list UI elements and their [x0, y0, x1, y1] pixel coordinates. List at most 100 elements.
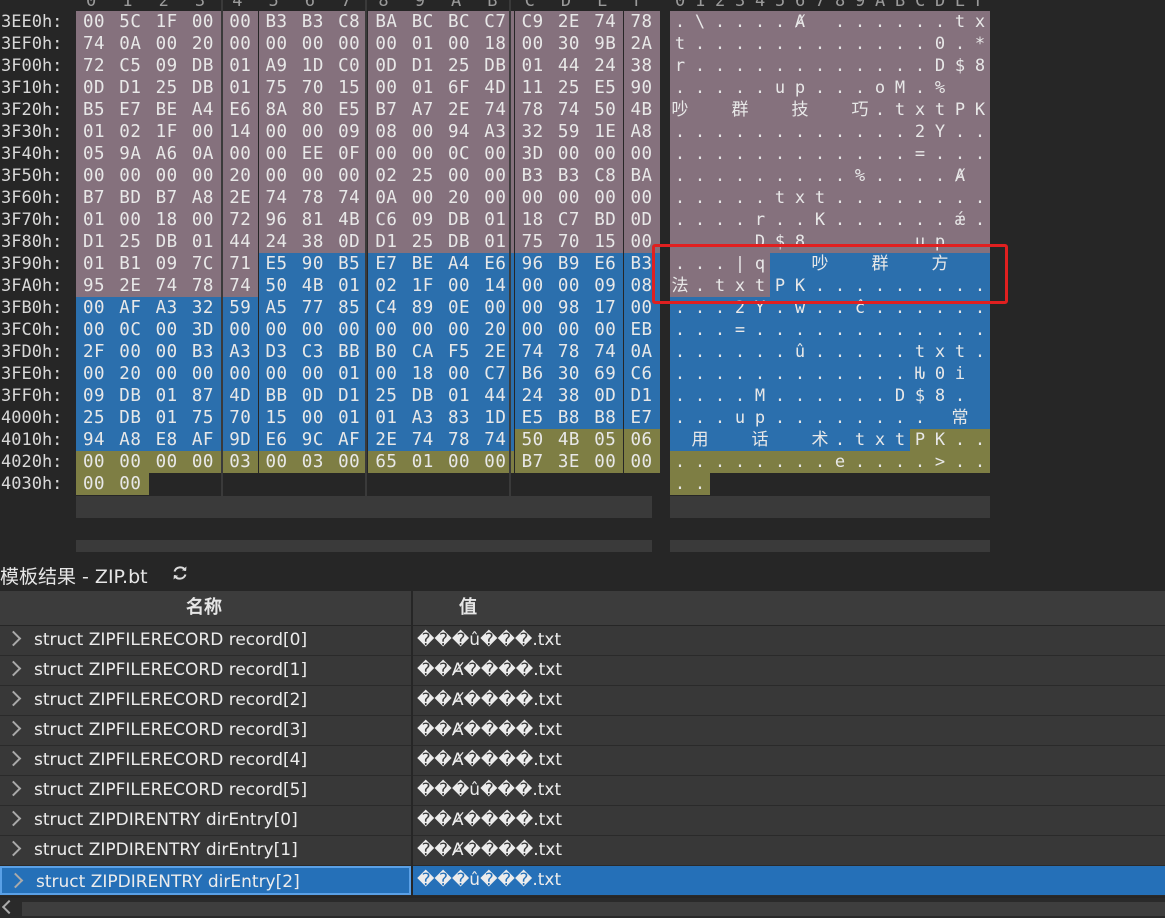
- hex-byte[interactable]: 8A: [258, 99, 295, 121]
- hex-byte[interactable]: 2A: [623, 33, 660, 55]
- ascii-char[interactable]: .: [770, 33, 790, 55]
- ascii-char[interactable]: .: [810, 165, 830, 187]
- hex-byte[interactable]: 01: [404, 33, 441, 55]
- hex-byte[interactable]: DB: [148, 231, 185, 253]
- hex-byte[interactable]: 00: [258, 451, 295, 473]
- ascii-char[interactable]: e: [830, 451, 850, 473]
- hex-byte[interactable]: 15: [331, 77, 368, 99]
- ascii-char[interactable]: [770, 429, 790, 451]
- ascii-char[interactable]: .: [670, 77, 690, 99]
- ascii-char[interactable]: .: [730, 33, 750, 55]
- hex-byte[interactable]: 32: [184, 297, 222, 319]
- name-cell[interactable]: struct ZIPDIRENTRY dirEntry[0]: [0, 806, 411, 835]
- ascii-char[interactable]: .: [850, 341, 870, 363]
- ascii-char[interactable]: $: [910, 385, 930, 407]
- hex-byte[interactable]: 00: [587, 187, 624, 209]
- hex-byte[interactable]: 00: [294, 33, 332, 55]
- ascii-char[interactable]: .: [830, 209, 850, 231]
- hex-byte[interactable]: 25: [76, 407, 113, 429]
- ascii-char[interactable]: .: [690, 55, 710, 77]
- chevron-right-icon[interactable]: [5, 840, 22, 857]
- ascii-char[interactable]: .: [810, 33, 830, 55]
- ascii-char[interactable]: .: [710, 363, 730, 385]
- hex-byte[interactable]: 00: [258, 319, 295, 341]
- ascii-char[interactable]: >: [930, 451, 950, 473]
- ascii-char[interactable]: .: [830, 187, 850, 209]
- ascii-char[interactable]: [970, 407, 990, 429]
- ascii-char[interactable]: .: [850, 77, 870, 99]
- ascii-char[interactable]: 群: [730, 99, 750, 121]
- chevron-right-icon[interactable]: [5, 630, 22, 647]
- value-cell[interactable]: ���û���.txt: [413, 776, 1165, 805]
- hex-byte[interactable]: EE: [294, 143, 332, 165]
- ascii-char[interactable]: .: [830, 55, 850, 77]
- hex-byte[interactable]: 00: [331, 319, 368, 341]
- hex-byte[interactable]: 0A: [184, 143, 222, 165]
- ascii-char[interactable]: .: [670, 451, 690, 473]
- name-cell[interactable]: struct ZIPFILERECORD record[3]: [0, 716, 411, 745]
- hex-byte[interactable]: 01: [404, 451, 441, 473]
- ascii-char[interactable]: .: [770, 407, 790, 429]
- hex-byte[interactable]: 00: [294, 165, 332, 187]
- hex-byte[interactable]: 00: [76, 319, 113, 341]
- ascii-char[interactable]: .: [870, 55, 890, 77]
- ascii-char[interactable]: t: [890, 99, 910, 121]
- ascii-char[interactable]: 话: [750, 429, 770, 451]
- hex-byte[interactable]: B7: [148, 187, 185, 209]
- ascii-char[interactable]: .: [670, 121, 690, 143]
- hex-byte[interactable]: 38: [294, 231, 332, 253]
- ascii-char[interactable]: .: [850, 33, 870, 55]
- ascii-char[interactable]: [670, 429, 690, 451]
- ascii-char[interactable]: t: [890, 429, 910, 451]
- hex-byte[interactable]: 00: [148, 319, 185, 341]
- ascii-char[interactable]: 用: [690, 429, 710, 451]
- hex-byte[interactable]: BC: [404, 11, 441, 33]
- ascii-char[interactable]: .: [750, 77, 770, 99]
- hex-byte[interactable]: 00: [112, 473, 149, 495]
- ascii-char[interactable]: .: [910, 165, 930, 187]
- hex-byte[interactable]: E7: [623, 407, 660, 429]
- ascii-char[interactable]: .: [690, 77, 710, 99]
- ascii-char[interactable]: [750, 99, 770, 121]
- ascii-char[interactable]: .: [950, 385, 970, 407]
- hex-byte[interactable]: 1F: [148, 11, 185, 33]
- hex-byte[interactable]: 94: [441, 121, 478, 143]
- ascii-char[interactable]: .: [750, 55, 770, 77]
- ascii-char[interactable]: .: [690, 143, 710, 165]
- hex-byte[interactable]: 00: [331, 165, 368, 187]
- hex-byte[interactable]: BD: [587, 209, 624, 231]
- hex-byte[interactable]: 01: [148, 385, 185, 407]
- hex-byte[interactable]: DB: [441, 231, 478, 253]
- hex-byte[interactable]: 96: [258, 209, 295, 231]
- ascii-char[interactable]: .: [870, 407, 890, 429]
- hex-byte[interactable]: 50: [258, 275, 295, 297]
- ascii-char[interactable]: .: [690, 121, 710, 143]
- value-cell[interactable]: ��Ⱥ����.txt: [413, 686, 1165, 715]
- hex-byte[interactable]: C6: [368, 209, 405, 231]
- ascii-char[interactable]: .: [850, 407, 870, 429]
- ascii-char[interactable]: .: [830, 407, 850, 429]
- ascii-char[interactable]: .: [670, 11, 690, 33]
- ascii-char[interactable]: .: [970, 341, 990, 363]
- ascii-char[interactable]: .: [890, 11, 910, 33]
- hex-byte[interactable]: 01: [148, 407, 185, 429]
- hex-byte[interactable]: 90: [294, 253, 332, 275]
- ascii-char[interactable]: [810, 11, 830, 33]
- hex-byte[interactable]: 00: [404, 121, 441, 143]
- hex-byte[interactable]: 00: [184, 11, 222, 33]
- hex-byte[interactable]: 90: [623, 77, 660, 99]
- ascii-char[interactable]: .: [850, 385, 870, 407]
- hex-byte[interactable]: 01: [184, 231, 222, 253]
- ascii-char[interactable]: .: [750, 121, 770, 143]
- ascii-char[interactable]: .: [830, 341, 850, 363]
- ascii-char[interactable]: M: [890, 77, 910, 99]
- hex-byte[interactable]: 00: [587, 451, 624, 473]
- hex-byte[interactable]: 70: [294, 77, 332, 99]
- hex-byte[interactable]: B7: [514, 451, 551, 473]
- hex-byte[interactable]: 74: [404, 429, 441, 451]
- ascii-char[interactable]: .: [910, 451, 930, 473]
- ascii-char[interactable]: [970, 385, 990, 407]
- ascii-char[interactable]: .: [970, 429, 990, 451]
- hex-byte[interactable]: 6F: [441, 77, 478, 99]
- hex-byte[interactable]: 00: [294, 319, 332, 341]
